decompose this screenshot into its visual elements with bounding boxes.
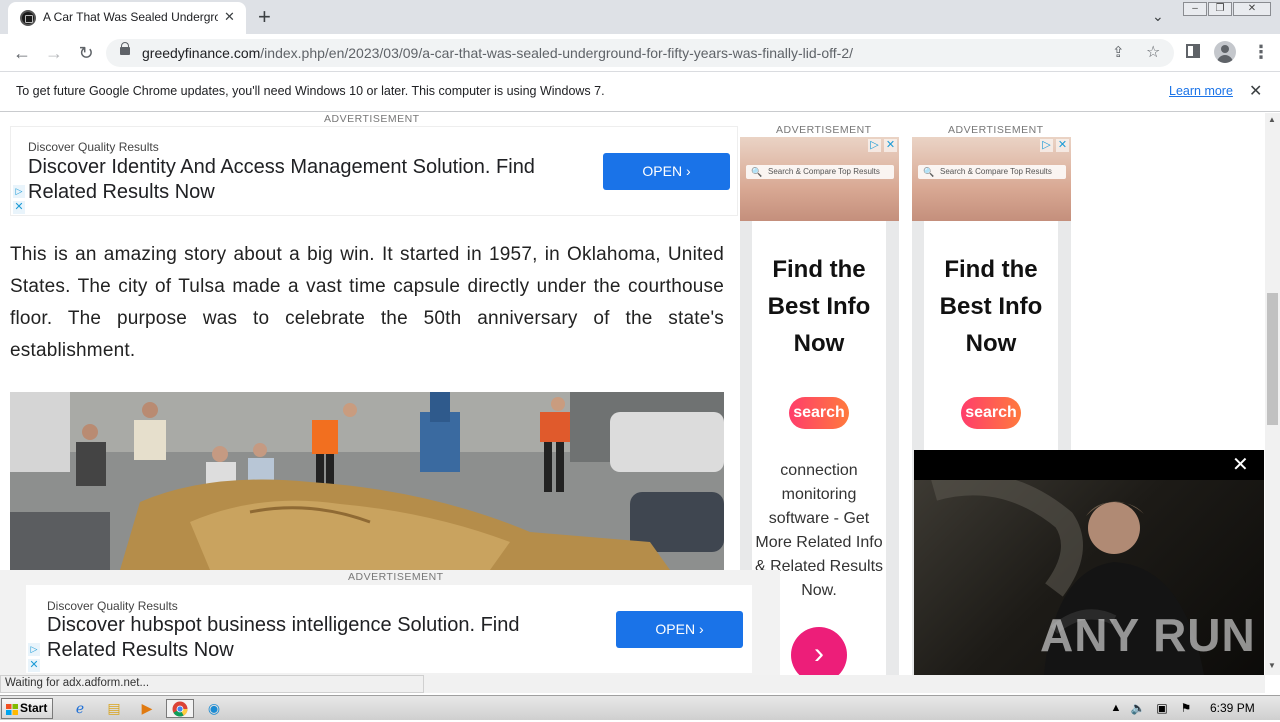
ad-close-icon[interactable]: ✕ <box>1056 139 1069 152</box>
ad-label: ADVERTISEMENT <box>324 113 420 125</box>
infobar-close-icon[interactable]: ✕ <box>1249 81 1262 101</box>
internet-explorer-icon[interactable]: ℯ <box>70 699 90 718</box>
windows-flag-icon <box>6 704 18 715</box>
tab-title: A Car That Was Sealed Undergroun <box>43 10 218 24</box>
adchoices-icon[interactable]: ▷ <box>1040 139 1053 152</box>
browser-tab[interactable]: A Car That Was Sealed Undergroun ✕ <box>8 2 246 34</box>
windows-taskbar: Start ℯ ▤ ▶ ◉ ▲ 🔈 ▣ ⚑ 6:39 PM <box>0 695 1280 720</box>
site-favicon-icon <box>20 10 36 26</box>
address-bar[interactable]: greedyfinance.com/index.php/en/2023/03/0… <box>106 39 1174 67</box>
media-player-icon[interactable]: ▶ <box>137 699 157 718</box>
ad-label: ADVERTISEMENT <box>776 124 872 136</box>
forward-arrow-icon[interactable]: → <box>40 40 68 66</box>
share-icon[interactable]: ⇪ <box>1112 43 1125 61</box>
infobar-message: To get future Google Chrome updates, you… <box>16 84 605 98</box>
top-text-ad[interactable]: Discover Quality Results Discover Identi… <box>10 126 738 216</box>
tab-strip: A Car That Was Sealed Undergroun ✕ + ⌄ –… <box>0 0 1280 34</box>
start-label: Start <box>20 701 48 715</box>
article-photo <box>10 392 724 570</box>
bookmark-star-icon[interactable]: ☆ <box>1146 42 1160 62</box>
chrome-taskbar-icon[interactable] <box>166 699 194 718</box>
ad-search-bar: Search & Compare Top Results <box>918 165 1066 179</box>
ad-label: ADVERTISEMENT <box>348 571 444 583</box>
volume-icon[interactable]: 🔈 <box>1128 699 1148 718</box>
back-arrow-icon[interactable]: ← <box>8 40 36 66</box>
ad-headline[interactable]: Discover Identity And Access Management … <box>28 155 598 205</box>
reload-icon[interactable]: ↻ <box>72 40 100 66</box>
network-icon[interactable]: ▣ <box>1152 699 1172 718</box>
floating-video-player[interactable]: ✕ ANY RUN <box>914 450 1264 675</box>
ad-go-arrow-icon[interactable]: › <box>791 627 847 675</box>
ad-open-label: OPEN <box>642 163 683 179</box>
ad-brand: Discover Quality Results <box>47 599 178 613</box>
adchoices-icon[interactable]: ▷ <box>868 139 881 152</box>
window-restore-button[interactable]: ❐ <box>1208 2 1232 16</box>
anyrun-watermark: ANY RUN <box>1040 609 1256 661</box>
horizontal-scrollbar[interactable] <box>424 675 1265 693</box>
tab-close-icon[interactable]: ✕ <box>224 9 235 25</box>
ad-headline[interactable]: Discover hubspot business intelligence S… <box>47 613 587 663</box>
adchoices-icon[interactable]: ▷ <box>28 643 40 656</box>
learn-more-link[interactable]: Learn more <box>1169 84 1233 98</box>
status-bubble: Waiting for adx.adform.net... <box>0 675 424 693</box>
start-button[interactable]: Start <box>1 698 53 719</box>
video-frame[interactable]: ANY RUN <box>914 480 1264 675</box>
ad-logo: search <box>789 397 849 429</box>
bottom-text-ad[interactable]: Discover Quality Results Discover hubspo… <box>26 585 752 673</box>
action-center-flag-icon[interactable]: ⚑ <box>1176 699 1196 718</box>
video-close-icon[interactable]: ✕ <box>1232 452 1249 477</box>
page-content: ADVERTISEMENT Discover Quality Results D… <box>0 113 1265 675</box>
adchoices-icon[interactable]: ▷ <box>13 185 25 198</box>
ad-headline: Find the Best Info Now <box>939 256 1043 357</box>
kebab-menu-icon[interactable]: ⋮ <box>1252 42 1270 63</box>
photo-scene <box>10 392 724 570</box>
file-explorer-icon[interactable]: ▤ <box>104 699 124 718</box>
scrollbar-thumb[interactable] <box>1267 293 1278 425</box>
side-panel-icon[interactable] <box>1186 44 1200 58</box>
profile-avatar-icon[interactable] <box>1214 41 1236 63</box>
browser-toolbar: ← → ↻ greedyfinance.com/index.php/en/202… <box>0 34 1280 72</box>
chrome-logo-icon <box>172 701 188 717</box>
ad-open-label: OPEN <box>655 621 696 637</box>
scroll-down-arrow-icon[interactable]: ▼ <box>1268 661 1276 670</box>
vertical-scrollbar[interactable]: ▲ ▼ <box>1265 113 1280 675</box>
url-text[interactable]: greedyfinance.com/index.php/en/2023/03/0… <box>142 45 853 61</box>
ad-close-icon[interactable]: ✕ <box>28 659 40 672</box>
edge-icon[interactable]: ◉ <box>204 699 224 718</box>
system-clock[interactable]: 6:39 PM <box>1210 701 1255 715</box>
ad-close-icon[interactable]: ✕ <box>884 139 897 152</box>
ad-headline: Find the Best Info Now <box>767 256 871 357</box>
ad-search-bar: Search & Compare Top Results <box>746 165 894 179</box>
ad-label: ADVERTISEMENT <box>948 124 1044 136</box>
window-close-button[interactable]: ✕ <box>1233 2 1271 16</box>
ad-open-button[interactable]: OPEN › <box>616 611 743 648</box>
url-path: /index.php/en/2023/03/09/a-car-that-was-… <box>260 45 853 61</box>
ad-close-icon[interactable]: ✕ <box>13 201 25 214</box>
url-domain: greedyfinance.com <box>142 45 261 61</box>
ad-brand: Discover Quality Results <box>28 140 159 154</box>
scroll-up-arrow-icon[interactable]: ▲ <box>1268 115 1276 124</box>
sticky-bottom-ad: ADVERTISEMENT Discover Quality Results D… <box>0 570 780 675</box>
update-infobar: To get future Google Chrome updates, you… <box>0 72 1280 112</box>
ad-logo: search <box>961 397 1021 429</box>
article-paragraph: This is an amazing story about a big win… <box>10 244 724 361</box>
lock-icon[interactable] <box>120 42 130 55</box>
tab-search-chevron-icon[interactable]: ⌄ <box>1152 8 1164 25</box>
tray-expand-icon[interactable]: ▲ <box>1106 699 1126 718</box>
new-tab-button[interactable]: + <box>258 4 271 30</box>
ad-open-button[interactable]: OPEN › <box>603 153 730 190</box>
window-minimize-button[interactable]: – <box>1183 2 1207 16</box>
